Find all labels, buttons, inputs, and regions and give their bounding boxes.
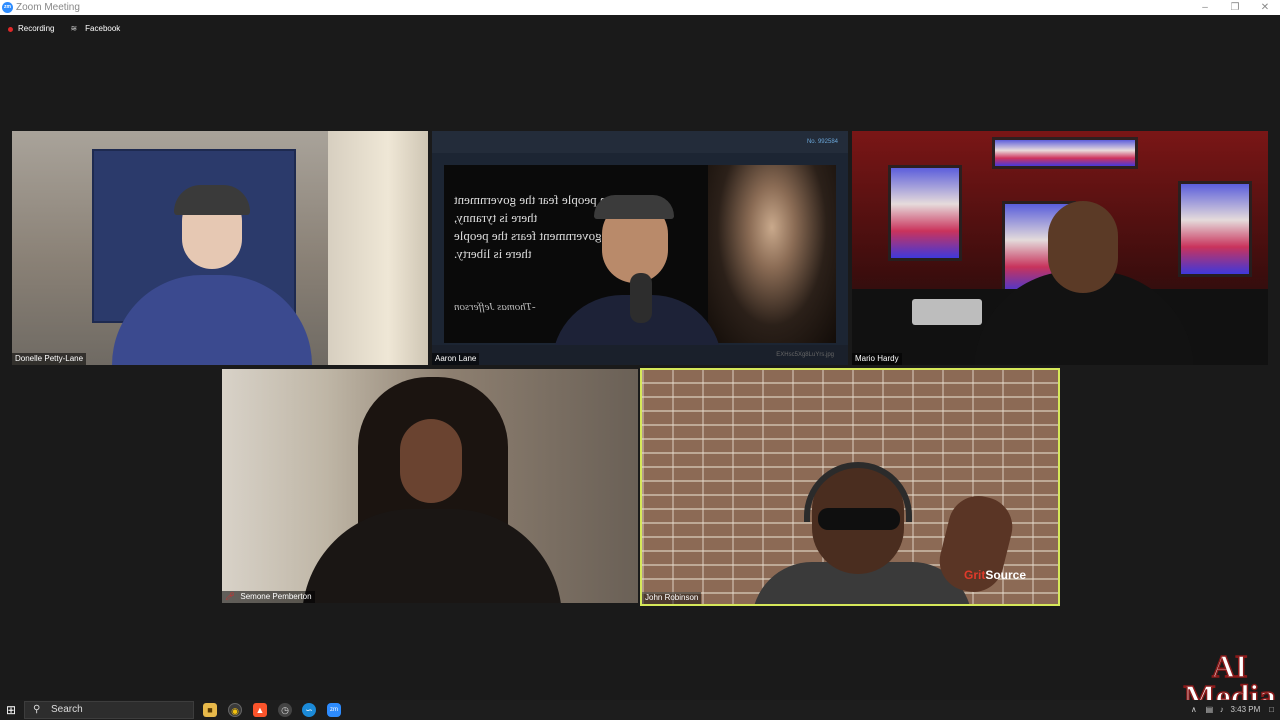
search-placeholder: Search — [51, 704, 83, 715]
tray-chevron-icon[interactable]: ∧ — [1191, 705, 1197, 714]
sunglasses — [818, 508, 900, 530]
participant-video — [112, 185, 312, 365]
participant-head — [1048, 201, 1118, 293]
background-curtain — [328, 131, 428, 365]
taskbar: ⊞ ⚲ Search ■ ◉ ▲ ◷ ∽ zm ∧ ▤ ♪ 3:43 PM □ — [0, 700, 1280, 720]
system-tray: ∧ ▤ ♪ 3:43 PM □ — [1191, 700, 1274, 720]
notifications-icon[interactable]: □ — [1269, 705, 1274, 714]
taskbar-search[interactable]: ⚲ Search — [24, 701, 194, 719]
quote-attribution: -Thomas Jefferson — [454, 301, 536, 313]
participant-name-tag: John Robinson — [642, 592, 702, 604]
clock-app-icon[interactable]: ◷ — [278, 703, 292, 717]
participant-name: John Robinson — [645, 593, 699, 602]
clock[interactable]: 3:43 PM — [1230, 705, 1260, 714]
meeting-status-bar: Recording ≋ Facebook — [8, 22, 120, 36]
file-explorer-icon[interactable]: ■ — [203, 703, 217, 717]
background-monitor — [1178, 181, 1252, 277]
brave-icon[interactable]: ▲ — [253, 703, 267, 717]
participant-name-tag: Aaron Lane — [432, 353, 480, 365]
search-icon: ⚲ — [33, 704, 41, 715]
participant-body — [302, 509, 562, 603]
background-monitor — [888, 165, 962, 261]
participant-name-tag: 🎤︎ Semone Pemberton — [222, 591, 315, 603]
window-title-bar: zm Zoom Meeting – ❐ ✕ — [0, 0, 1280, 15]
participant-face — [400, 419, 462, 503]
overlay-logo-prefix: Grit — [964, 568, 986, 582]
participant-name: Aaron Lane — [435, 354, 477, 363]
overlay-logo-suffix: Source — [985, 568, 1027, 582]
minimize-icon[interactable]: – — [1190, 0, 1220, 15]
restore-icon[interactable]: ❐ — [1220, 0, 1250, 15]
participant-name: Mario Hardy — [855, 354, 899, 363]
video-tile-aaron[interactable]: No. 992584 When people fear the governme… — [432, 131, 848, 365]
video-tile-john-active-speaker[interactable]: GritSource John Robinson — [640, 368, 1060, 606]
virtual-bg-footer: EXHsc5Xg8LuYrs.jpg — [432, 345, 848, 365]
zoom-taskbar-icon[interactable]: zm — [327, 703, 341, 717]
recording-label[interactable]: Recording — [18, 22, 54, 36]
portrait-image — [708, 165, 836, 343]
edge-icon[interactable]: ∽ — [302, 703, 316, 717]
muted-mic-icon: 🎤︎ — [225, 592, 236, 601]
participant-video — [552, 191, 722, 365]
participant-name: Semone Pemberton — [240, 592, 312, 601]
participant-name-tag: Donelle Petty-Lane — [12, 353, 87, 365]
microphone-icon — [630, 273, 652, 323]
recording-dot-icon — [8, 26, 13, 32]
participant-name-tag: Mario Hardy — [852, 353, 902, 365]
window-title: Zoom Meeting — [16, 2, 80, 13]
background-monitor — [992, 137, 1138, 169]
background-laptop — [912, 299, 982, 325]
virtual-bg-header: No. 992584 — [432, 131, 848, 153]
overlay-logo: GritSource — [964, 568, 1026, 582]
video-tile-semone[interactable]: 🎤︎ Semone Pemberton — [222, 369, 638, 603]
live-stream-label[interactable]: Facebook — [85, 22, 120, 36]
chrome-icon[interactable]: ◉ — [228, 703, 242, 717]
video-tile-mario[interactable]: Mario Hardy — [852, 131, 1268, 365]
watermark-line-1: AI — [1211, 648, 1248, 685]
volume-icon[interactable]: ♪ — [1220, 705, 1224, 714]
live-stream-icon: ≋ — [70, 24, 78, 33]
zoom-logo-icon: zm — [2, 2, 13, 13]
video-tile-donelle[interactable]: Donelle Petty-Lane — [12, 131, 428, 365]
windows-start-icon[interactable]: ⊞ — [4, 703, 18, 717]
close-icon[interactable]: ✕ — [1250, 0, 1280, 15]
network-icon[interactable]: ▤ — [1206, 705, 1214, 714]
participant-name: Donelle Petty-Lane — [15, 354, 84, 363]
